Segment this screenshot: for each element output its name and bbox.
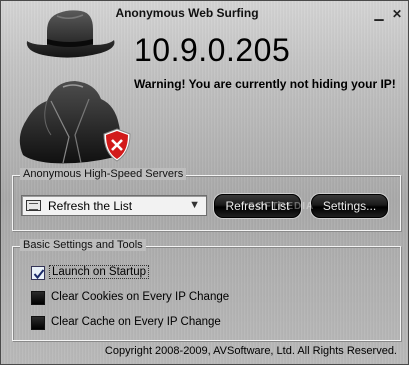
trench-coat-icon: [19, 81, 131, 164]
launch-on-startup-label: Launch on Startup: [49, 265, 149, 279]
main-window: Anonymous Web Surfing ▁ ✕ 10.9.0.205 War…: [0, 0, 409, 365]
clear-cookies-checkbox[interactable]: [31, 291, 45, 305]
fedora-hat-icon: [26, 10, 115, 58]
server-select-dropdown[interactable]: Refresh the List ▼: [21, 195, 207, 216]
clear-cache-checkbox[interactable]: [31, 316, 45, 330]
basic-settings-group: Basic Settings and Tools Launch on Start…: [12, 239, 401, 341]
launch-on-startup-checkbox[interactable]: [31, 266, 45, 280]
settings-button[interactable]: Settings...: [311, 194, 388, 218]
servers-group: Anonymous High-Speed Servers Refresh the…: [12, 168, 401, 231]
servers-group-label: Anonymous High-Speed Servers: [20, 168, 187, 180]
close-button[interactable]: ✕: [390, 7, 404, 21]
clear-cookies-label: Clear Cookies on Every IP Change: [51, 291, 230, 303]
copyright-text: Copyright 2008-2009, AVSoftware, Ltd. Al…: [104, 345, 397, 357]
chevron-down-icon[interactable]: ▼: [189, 199, 200, 211]
minimize-button[interactable]: ▁: [372, 7, 386, 21]
basic-settings-group-label: Basic Settings and Tools: [20, 239, 146, 251]
checkmark-icon: [33, 269, 45, 280]
warning-message: Warning! You are currently not hiding yo…: [134, 77, 396, 91]
clear-cache-label: Clear Cache on Every IP Change: [51, 316, 221, 328]
server-select-value: Refresh the List: [48, 199, 133, 213]
list-icon: [26, 200, 41, 211]
ip-address-display: 10.9.0.205: [134, 32, 291, 68]
watermark: SOFTPEDIA: [248, 201, 315, 212]
